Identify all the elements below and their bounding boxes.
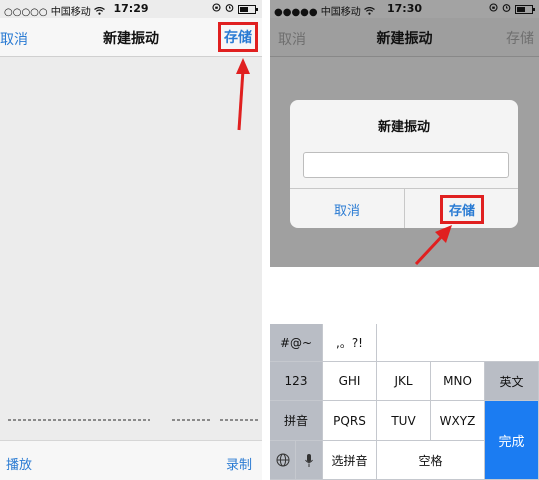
key-english[interactable]: 英文 (485, 362, 539, 401)
key-space[interactable]: 空格 (377, 441, 485, 480)
key-pinyin[interactable]: 拼音 (270, 401, 323, 441)
status-bar: ○○○○○ 中国移动 17:29 (0, 0, 262, 18)
key-ghi[interactable]: GHI (323, 362, 377, 401)
key-punctuation[interactable]: ,。?! (323, 324, 377, 362)
globe-icon[interactable] (270, 441, 296, 480)
lock-rotation-icon (489, 3, 498, 15)
record-button[interactable]: 录制 (226, 454, 252, 473)
left-screen: ○○○○○ 中国移动 17:29 取消 新建振动 存储 播放 录制 (0, 0, 262, 480)
waveform-timeline (0, 408, 262, 432)
pinyin-keyboard: #@~ ,。?! 123 GHI JKL MNO 英文 拼音 PQRS TUV … (270, 324, 539, 480)
candidate-bar (270, 290, 539, 325)
nav-bar: 取消 新建振动 存储 (270, 18, 539, 57)
arrow-icon (414, 225, 452, 266)
page-title: 新建振动 (376, 31, 433, 47)
battery-icon (238, 4, 258, 14)
save-button[interactable]: 存储 (506, 28, 534, 48)
key-jkl[interactable]: JKL (377, 362, 431, 401)
key-wxyz[interactable]: WXYZ (431, 401, 485, 441)
key-mno[interactable]: MNO (431, 362, 485, 401)
save-button[interactable]: 存储 (218, 22, 258, 52)
arrow-icon (236, 58, 250, 131)
dialog-cancel-button[interactable]: 取消 (290, 200, 404, 219)
lock-rotation-icon (212, 3, 221, 15)
key-select-pinyin[interactable]: 选拼音 (323, 441, 377, 480)
nav-bar: 取消 新建振动 存储 (0, 18, 262, 57)
name-dialog: 新建振动 取消 存储 (290, 100, 518, 228)
key-pqrs[interactable]: PQRS (323, 401, 377, 441)
key-123[interactable]: 123 (270, 362, 323, 401)
key-blank[interactable] (377, 324, 539, 362)
key-symbols[interactable]: #@~ (270, 324, 323, 362)
status-bar: ●●●●● 中国移动 17:30 (270, 0, 539, 18)
microphone-icon[interactable] (296, 441, 323, 480)
play-button[interactable]: 播放 (6, 454, 32, 473)
dialog-title: 新建振动 (377, 120, 430, 135)
key-done[interactable]: 完成 (485, 401, 539, 480)
panel-divider (262, 0, 270, 480)
vibration-canvas[interactable] (0, 57, 262, 407)
alarm-icon (502, 3, 511, 15)
bottom-toolbar: 播放 录制 (0, 440, 262, 480)
vibration-name-input[interactable] (303, 152, 509, 178)
alarm-icon (225, 3, 234, 15)
battery-icon (515, 4, 535, 14)
key-tuv[interactable]: TUV (377, 401, 431, 441)
right-screen: ●●●●● 中国移动 17:30 取消 新建振动 存储 新建振动 取消 存储 #… (270, 0, 539, 480)
dialog-button-divider (404, 189, 405, 228)
